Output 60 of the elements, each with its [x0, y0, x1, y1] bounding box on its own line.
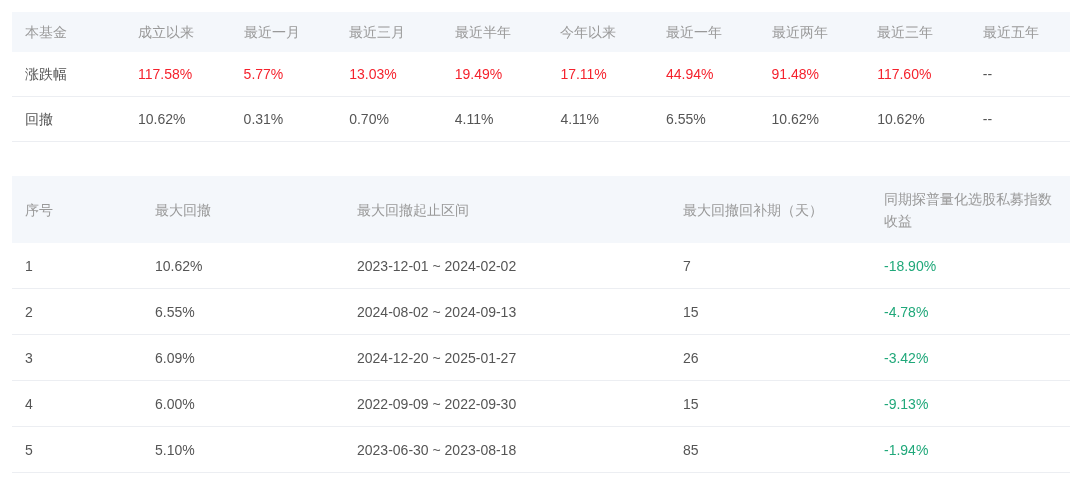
table-cell-text: -- — [981, 65, 994, 84]
column-header: 最大回撤 — [154, 200, 212, 220]
table-cell-text: 117.60% — [876, 65, 933, 84]
table-cell-text: 4.11% — [453, 110, 495, 129]
table-cell-text: 5.10% — [154, 440, 196, 460]
table-cell-text: 17.11% — [559, 65, 608, 84]
table-cell-text: 2024-12-20 ~ 2025-01-27 — [356, 348, 518, 368]
table-cell-text: 4.11% — [559, 110, 601, 129]
column-header: 成立以来 — [137, 23, 195, 42]
table-cell-text: -4.78% — [883, 302, 930, 322]
column-header: 本基金 — [24, 23, 68, 42]
table-cell-text: 15 — [682, 394, 700, 414]
table-cell-text: 10.62% — [137, 110, 187, 129]
table-cell-text: 2023-06-30 ~ 2023-08-18 — [356, 440, 518, 460]
table-cell-text: 5 — [24, 440, 34, 460]
table-cell-text: 26 — [682, 348, 700, 368]
table-cell-text: 6.55% — [664, 110, 707, 129]
table-cell-text: 7 — [682, 256, 692, 276]
table-cell-text: 2022-09-09 ~ 2022-09-30 — [356, 394, 518, 414]
table-cell-text: -9.13% — [883, 394, 930, 414]
column-header: 最近三月 — [348, 23, 407, 42]
column-header: 最近五年 — [981, 23, 1040, 42]
table-cell-text: 2023-12-01 ~ 2024-02-02 — [356, 256, 518, 276]
table-cell-text: -3.42% — [883, 348, 930, 368]
column-header: 最大回撤回补期（天） — [682, 200, 824, 220]
table-cell-text: 44.94% — [664, 65, 715, 84]
table-cell-text: 0.31% — [242, 110, 285, 129]
row-label: 回撤 — [24, 110, 54, 129]
column-header: 最大回撤起止区间 — [356, 200, 470, 220]
table-cell-text: -- — [981, 110, 994, 129]
table-cell-text: 0.70% — [348, 110, 390, 129]
table-cell-text: 10.62% — [876, 110, 926, 129]
column-header: 今年以来 — [559, 23, 618, 42]
table-cell-text: 6.00% — [154, 394, 196, 414]
row-label: 涨跌幅 — [24, 65, 68, 84]
table-cell-text: 2024-08-02 ~ 2024-09-13 — [356, 302, 518, 322]
column-header: 最近两年 — [770, 23, 829, 42]
table-cell-text: 10.62% — [154, 256, 204, 276]
table-cell-text: 15 — [682, 302, 700, 322]
column-header: 最近一年 — [664, 23, 723, 42]
column-header: 最近半年 — [453, 23, 512, 42]
table-cell-text: 19.49% — [453, 65, 504, 84]
table-cell-text: 4 — [24, 394, 34, 414]
column-header: 序号 — [24, 200, 54, 220]
table-cell-text: -1.94% — [883, 440, 930, 460]
table-cell-text: 6.09% — [154, 348, 196, 368]
table-cell-text: 5.77% — [242, 65, 285, 84]
table-cell-text: 91.48% — [770, 65, 821, 84]
table-cell-text: 10.62% — [770, 110, 821, 129]
table-cell-text: -18.90% — [883, 256, 938, 276]
table-cell-text: 1 — [24, 256, 34, 276]
column-header: 最近三年 — [876, 23, 935, 42]
table-cell-text: 2 — [24, 302, 34, 322]
table-cell-text: 13.03% — [348, 65, 398, 84]
table-cell-text: 6.55% — [154, 302, 196, 322]
table-cell-text: 117.58% — [137, 65, 194, 84]
column-header: 同期探普量化选股私募指数收益 — [883, 189, 1053, 231]
table-cell-text: 85 — [682, 440, 700, 460]
table-cell-text: 3 — [24, 348, 34, 368]
column-header: 最近一月 — [242, 23, 301, 42]
